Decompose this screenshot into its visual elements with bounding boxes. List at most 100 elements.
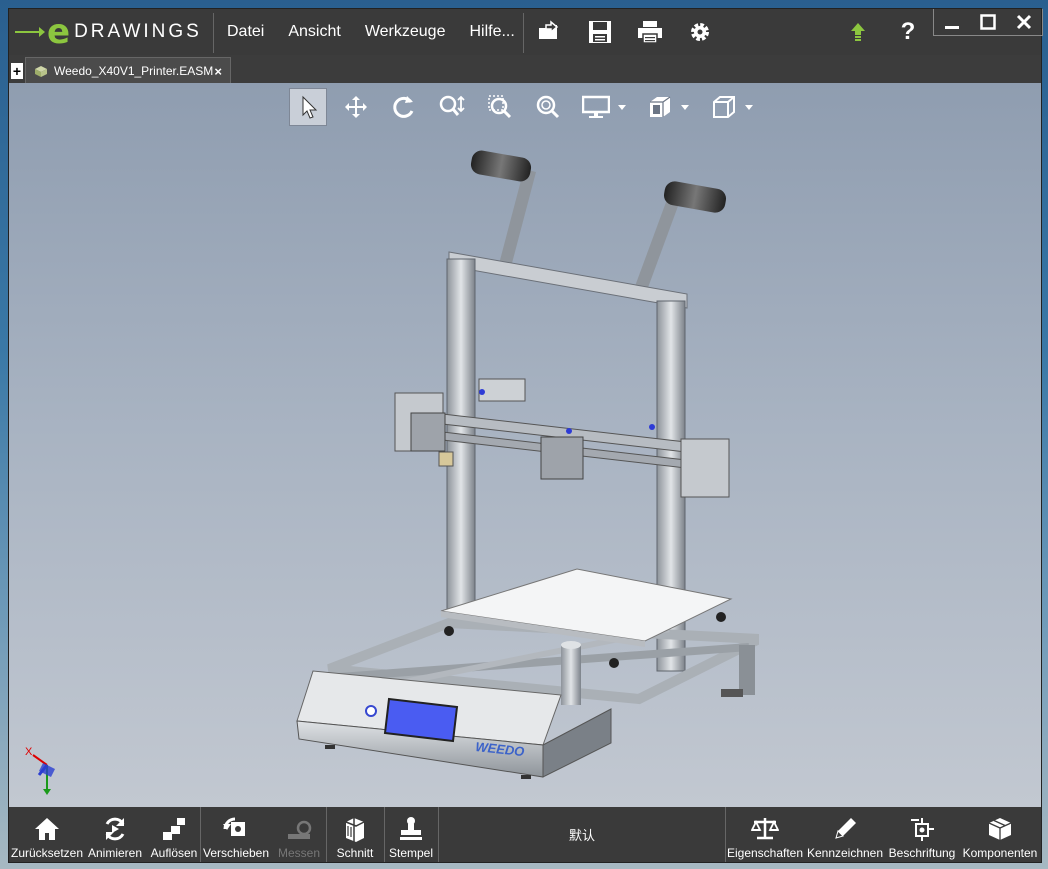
section-icon [345,818,365,842]
printer-model[interactable]: WEEDO [279,143,759,783]
tab-title: Weedo_X40V1_Printer.EASM [54,64,214,78]
components-label: Komponenten [962,846,1038,860]
views-dropdown[interactable] [641,88,695,126]
measure-button: Messen [273,807,325,862]
logo-text: DRAWINGS [74,21,202,42]
title-bar: e DRAWINGS Datei Ansicht Werkzeuge Hilfe… [9,9,1043,55]
orientation-triad: X [25,746,55,795]
menu-hilfe[interactable]: Hilfe... [457,9,526,55]
minimize-icon [945,26,959,29]
zoom-tool-button[interactable] [433,88,471,126]
settings-button[interactable] [685,18,715,46]
edrawings-window: e DRAWINGS Datei Ansicht Werkzeuge Hilfe… [8,8,1043,863]
section-button[interactable]: Schnitt [329,807,381,862]
reset-button[interactable]: Zurücksetzen [11,807,83,862]
maximize-icon [980,14,996,30]
rotate-tool-button[interactable] [385,88,423,126]
stamp-icon [400,817,422,840]
menu-werkzeuge[interactable]: Werkzeuge [353,9,458,55]
logo-arrow-icon [15,27,45,37]
components-icon [988,818,1012,840]
x-axis-label: X [25,746,33,758]
menu-ansicht[interactable]: Ansicht [276,9,352,55]
minimize-button[interactable] [934,9,970,35]
open-button[interactable] [535,18,565,46]
standard-view-dropdown[interactable] [705,88,759,126]
move-icon [223,817,245,836]
print-icon [638,21,662,44]
menu-bar: Datei Ansicht Werkzeuge Hilfe... [215,9,527,55]
help-icon: ? [900,18,916,45]
view-toolbar [289,87,769,127]
markup-label: Kennzeichnen [806,846,884,860]
animate-label: Animieren [87,846,143,860]
close-tab-icon[interactable]: × [214,64,222,79]
upload-icon [851,23,865,41]
stamp-label: Stempel [388,846,434,860]
chevron-down-icon [618,104,626,110]
scale-icon [751,818,779,840]
app-logo: e DRAWINGS [15,15,207,49]
window-controls [933,9,1043,36]
divider [326,807,327,862]
save-button[interactable] [585,18,615,46]
help-button[interactable]: ? [893,18,923,46]
zoom-fit-tool-button[interactable] [529,88,567,126]
measure-label: Messen [277,846,321,860]
divider [213,13,214,53]
components-button[interactable]: Komponenten [961,807,1039,862]
print-button[interactable] [635,18,665,46]
3d-viewport[interactable]: WEEDO X [9,83,1041,807]
configuration-name[interactable]: 默认 [439,807,725,862]
views-icon [650,96,671,117]
upgrade-button[interactable] [843,18,873,46]
annotation-button[interactable]: Beschriftung [887,807,957,862]
reset-label: Zurücksetzen [10,846,84,860]
divider [725,807,726,862]
annotation-label: Beschriftung [888,846,956,860]
home-icon [35,818,59,840]
bottom-toolbar: Zurücksetzen Animieren Auflösen Verschie… [9,807,1041,862]
move-button[interactable]: Verschieben [203,807,269,862]
move-label: Verschieben [202,846,270,860]
assembly-icon [35,66,47,77]
display-mode-dropdown[interactable] [577,88,631,126]
explode-icon [163,818,185,840]
divider [523,13,524,53]
explode-label: Auflösen [150,846,198,860]
tab-bar: + Weedo_X40V1_Printer.EASM × [9,55,1041,84]
maximize-button[interactable] [970,9,1006,35]
zoom-area-tool-button[interactable] [481,88,519,126]
rotate-icon [393,96,414,118]
logo-e: e [47,12,71,52]
gear-icon [691,23,709,41]
properties-button[interactable]: Eigenschaften [727,807,803,862]
standard-view-icon [713,96,735,118]
measure-icon [288,820,312,839]
pan-icon [345,96,367,118]
animate-icon [105,817,125,841]
animate-button[interactable]: Animieren [85,807,145,862]
divider [200,807,201,862]
save-icon [589,21,611,43]
section-label: Schnitt [336,846,374,860]
markup-button[interactable]: Kennzeichnen [807,807,883,862]
pan-tool-button[interactable] [337,88,375,126]
close-icon [1016,14,1032,30]
chevron-down-icon [745,104,753,110]
document-tab[interactable]: Weedo_X40V1_Printer.EASM × [25,57,231,84]
stamp-button[interactable]: Stempel [385,807,437,862]
open-icon [539,20,559,39]
menu-datei[interactable]: Datei [215,9,276,55]
chevron-down-icon [681,104,689,110]
display-mode-icon [582,95,610,118]
select-tool-button[interactable] [289,88,327,126]
zoom-area-icon [488,95,512,119]
explode-button[interactable]: Auflösen [147,807,201,862]
select-icon [302,95,318,119]
close-button[interactable] [1006,9,1042,35]
annotation-icon [911,818,934,841]
zoom-fit-icon [536,95,560,119]
new-tab-button[interactable]: + [11,63,23,79]
properties-label: Eigenschaften [726,846,804,860]
